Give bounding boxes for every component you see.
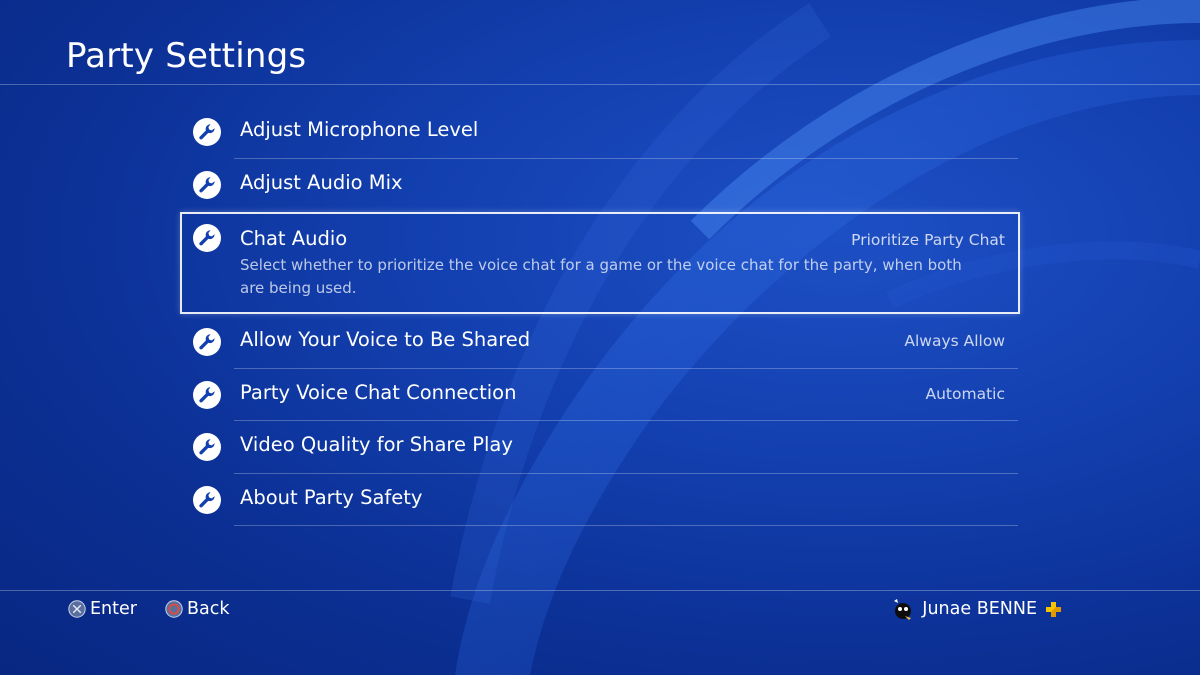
menu-item-chat-audio[interactable]: Chat Audio Prioritize Party Chat Select … — [180, 212, 1020, 314]
settings-menu: Adjust Microphone Level Adjust Audio Mix… — [180, 106, 1020, 526]
menu-item-value: Always Allow — [904, 332, 1005, 350]
menu-item-label: About Party Safety — [240, 485, 423, 509]
wrench-icon — [193, 170, 221, 199]
menu-item-value: Prioritize Party Chat — [851, 231, 1005, 249]
user-info[interactable]: Junae BENNE — [890, 597, 1062, 621]
wrench-icon — [193, 485, 221, 514]
footer: Enter Back Junae BENNE — [0, 591, 1200, 675]
menu-item-adjust-audio-mix[interactable]: Adjust Audio Mix — [180, 159, 1020, 212]
back-label: Back — [187, 599, 230, 619]
playstation-plus-icon — [1046, 601, 1061, 617]
menu-item-value: Automatic — [925, 384, 1006, 403]
back-hint[interactable]: Back — [165, 597, 230, 621]
menu-item-label: Chat Audio — [240, 227, 348, 250]
cross-button-icon — [68, 600, 86, 618]
enter-label: Enter — [90, 599, 137, 619]
wrench-icon — [193, 224, 221, 252]
menu-item-label: Video Quality for Share Play — [240, 433, 513, 456]
user-name: Junae BENNE — [922, 599, 1037, 619]
menu-item-video-quality-share-play[interactable]: Video Quality for Share Play — [180, 421, 1020, 474]
header: Party Settings — [0, 0, 1200, 85]
wrench-icon — [193, 433, 221, 461]
menu-item-divider — [234, 525, 1018, 526]
enter-hint[interactable]: Enter — [68, 597, 137, 621]
menu-item-adjust-microphone-level[interactable]: Adjust Microphone Level — [180, 106, 1020, 159]
menu-item-party-voice-chat-connection[interactable]: Party Voice Chat Connection Automatic — [180, 369, 1020, 421]
avatar — [894, 599, 912, 620]
wrench-icon — [193, 118, 221, 146]
menu-item-label: Allow Your Voice to Be Shared — [240, 328, 531, 351]
menu-item-about-party-safety[interactable]: About Party Safety — [180, 474, 1020, 526]
wrench-icon — [193, 380, 221, 409]
circle-button-icon — [165, 600, 183, 618]
page-title: Party Settings — [66, 36, 307, 76]
menu-item-label: Adjust Microphone Level — [240, 118, 479, 141]
wrench-icon — [193, 328, 221, 356]
menu-item-label: Adjust Audio Mix — [240, 170, 403, 194]
menu-item-description: Select whether to prioritize the voice c… — [240, 256, 962, 297]
header-divider — [0, 84, 1200, 85]
menu-item-label: Party Voice Chat Connection — [240, 380, 517, 404]
menu-item-allow-voice-shared[interactable]: Allow Your Voice to Be Shared Always All… — [180, 316, 1020, 369]
